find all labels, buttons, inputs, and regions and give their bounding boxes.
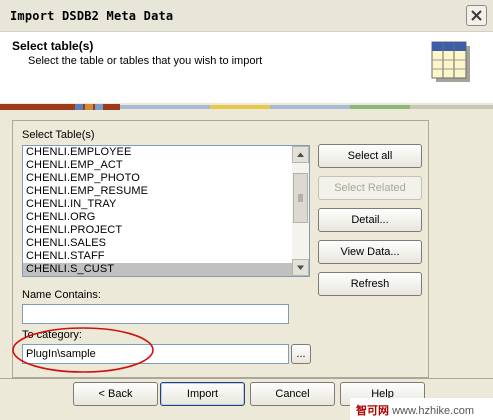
close-button[interactable] [466,5,487,26]
detail-button[interactable]: Detail... [318,208,422,232]
list-item[interactable]: CHENLI.EMP_ACT [23,159,292,172]
grip-icon [298,194,303,202]
scroll-thumb[interactable] [293,173,308,223]
watermark-site-name: 智可网 [356,404,389,417]
listbox-scrollbar[interactable] [292,146,309,276]
list-item[interactable]: CHENLI.EMPLOYEE [23,146,292,159]
tables-list: CHENLI.EMPLOYEE CHENLI.EMP_ACT CHENLI.EMP_… [23,146,292,276]
list-item[interactable]: CHENLI.EMP_RESUME [23,185,292,198]
watermark-url: www.hzhike.com [392,405,474,417]
list-item[interactable]: CHENLI.S_CUST [23,263,292,276]
footer-divider [0,378,493,379]
list-item[interactable]: CHENLI.PROJECT [23,224,292,237]
tables-listbox[interactable]: CHENLI.EMPLOYEE CHENLI.EMP_ACT CHENLI.EMP_… [22,145,310,277]
scroll-down-button[interactable] [292,259,309,276]
list-item[interactable]: CHENLI.EMP_PHOTO [23,172,292,185]
annotation-circle [12,327,154,373]
arrow-down-icon [297,265,304,270]
scroll-up-button[interactable] [292,146,309,163]
browse-category-button[interactable]: ... [291,344,311,364]
list-item[interactable]: CHENLI.ORG [23,211,292,224]
close-icon [471,10,482,21]
name-contains-label: Name Contains: [22,289,101,301]
arrow-up-icon [297,152,304,157]
list-item[interactable]: CHENLI.STAFF [23,250,292,263]
watermark: 智可网 www.hzhike.com [356,402,474,418]
view-data-button[interactable]: View Data... [318,240,422,264]
table-grid-icon [431,41,470,82]
list-item[interactable]: CHENLI.IN_TRAY [23,198,292,211]
window-title: Import DSDB2 Meta Data [10,9,174,23]
refresh-button[interactable]: Refresh [318,272,422,296]
list-item[interactable]: CHENLI.SALES [23,237,292,250]
select-all-button[interactable]: Select all [318,144,422,168]
back-button[interactable]: < Back [73,382,158,406]
page-title: Select table(s) [12,39,94,53]
select-related-button[interactable]: Select Related [318,176,422,200]
select-tables-label: Select Table(s) [22,129,95,141]
import-button[interactable]: Import [160,382,245,406]
cancel-button[interactable]: Cancel [250,382,335,406]
page-subtitle: Select the table or tables that you wish… [28,55,263,67]
header-divider-strip [0,104,493,110]
name-contains-input[interactable] [22,304,289,324]
